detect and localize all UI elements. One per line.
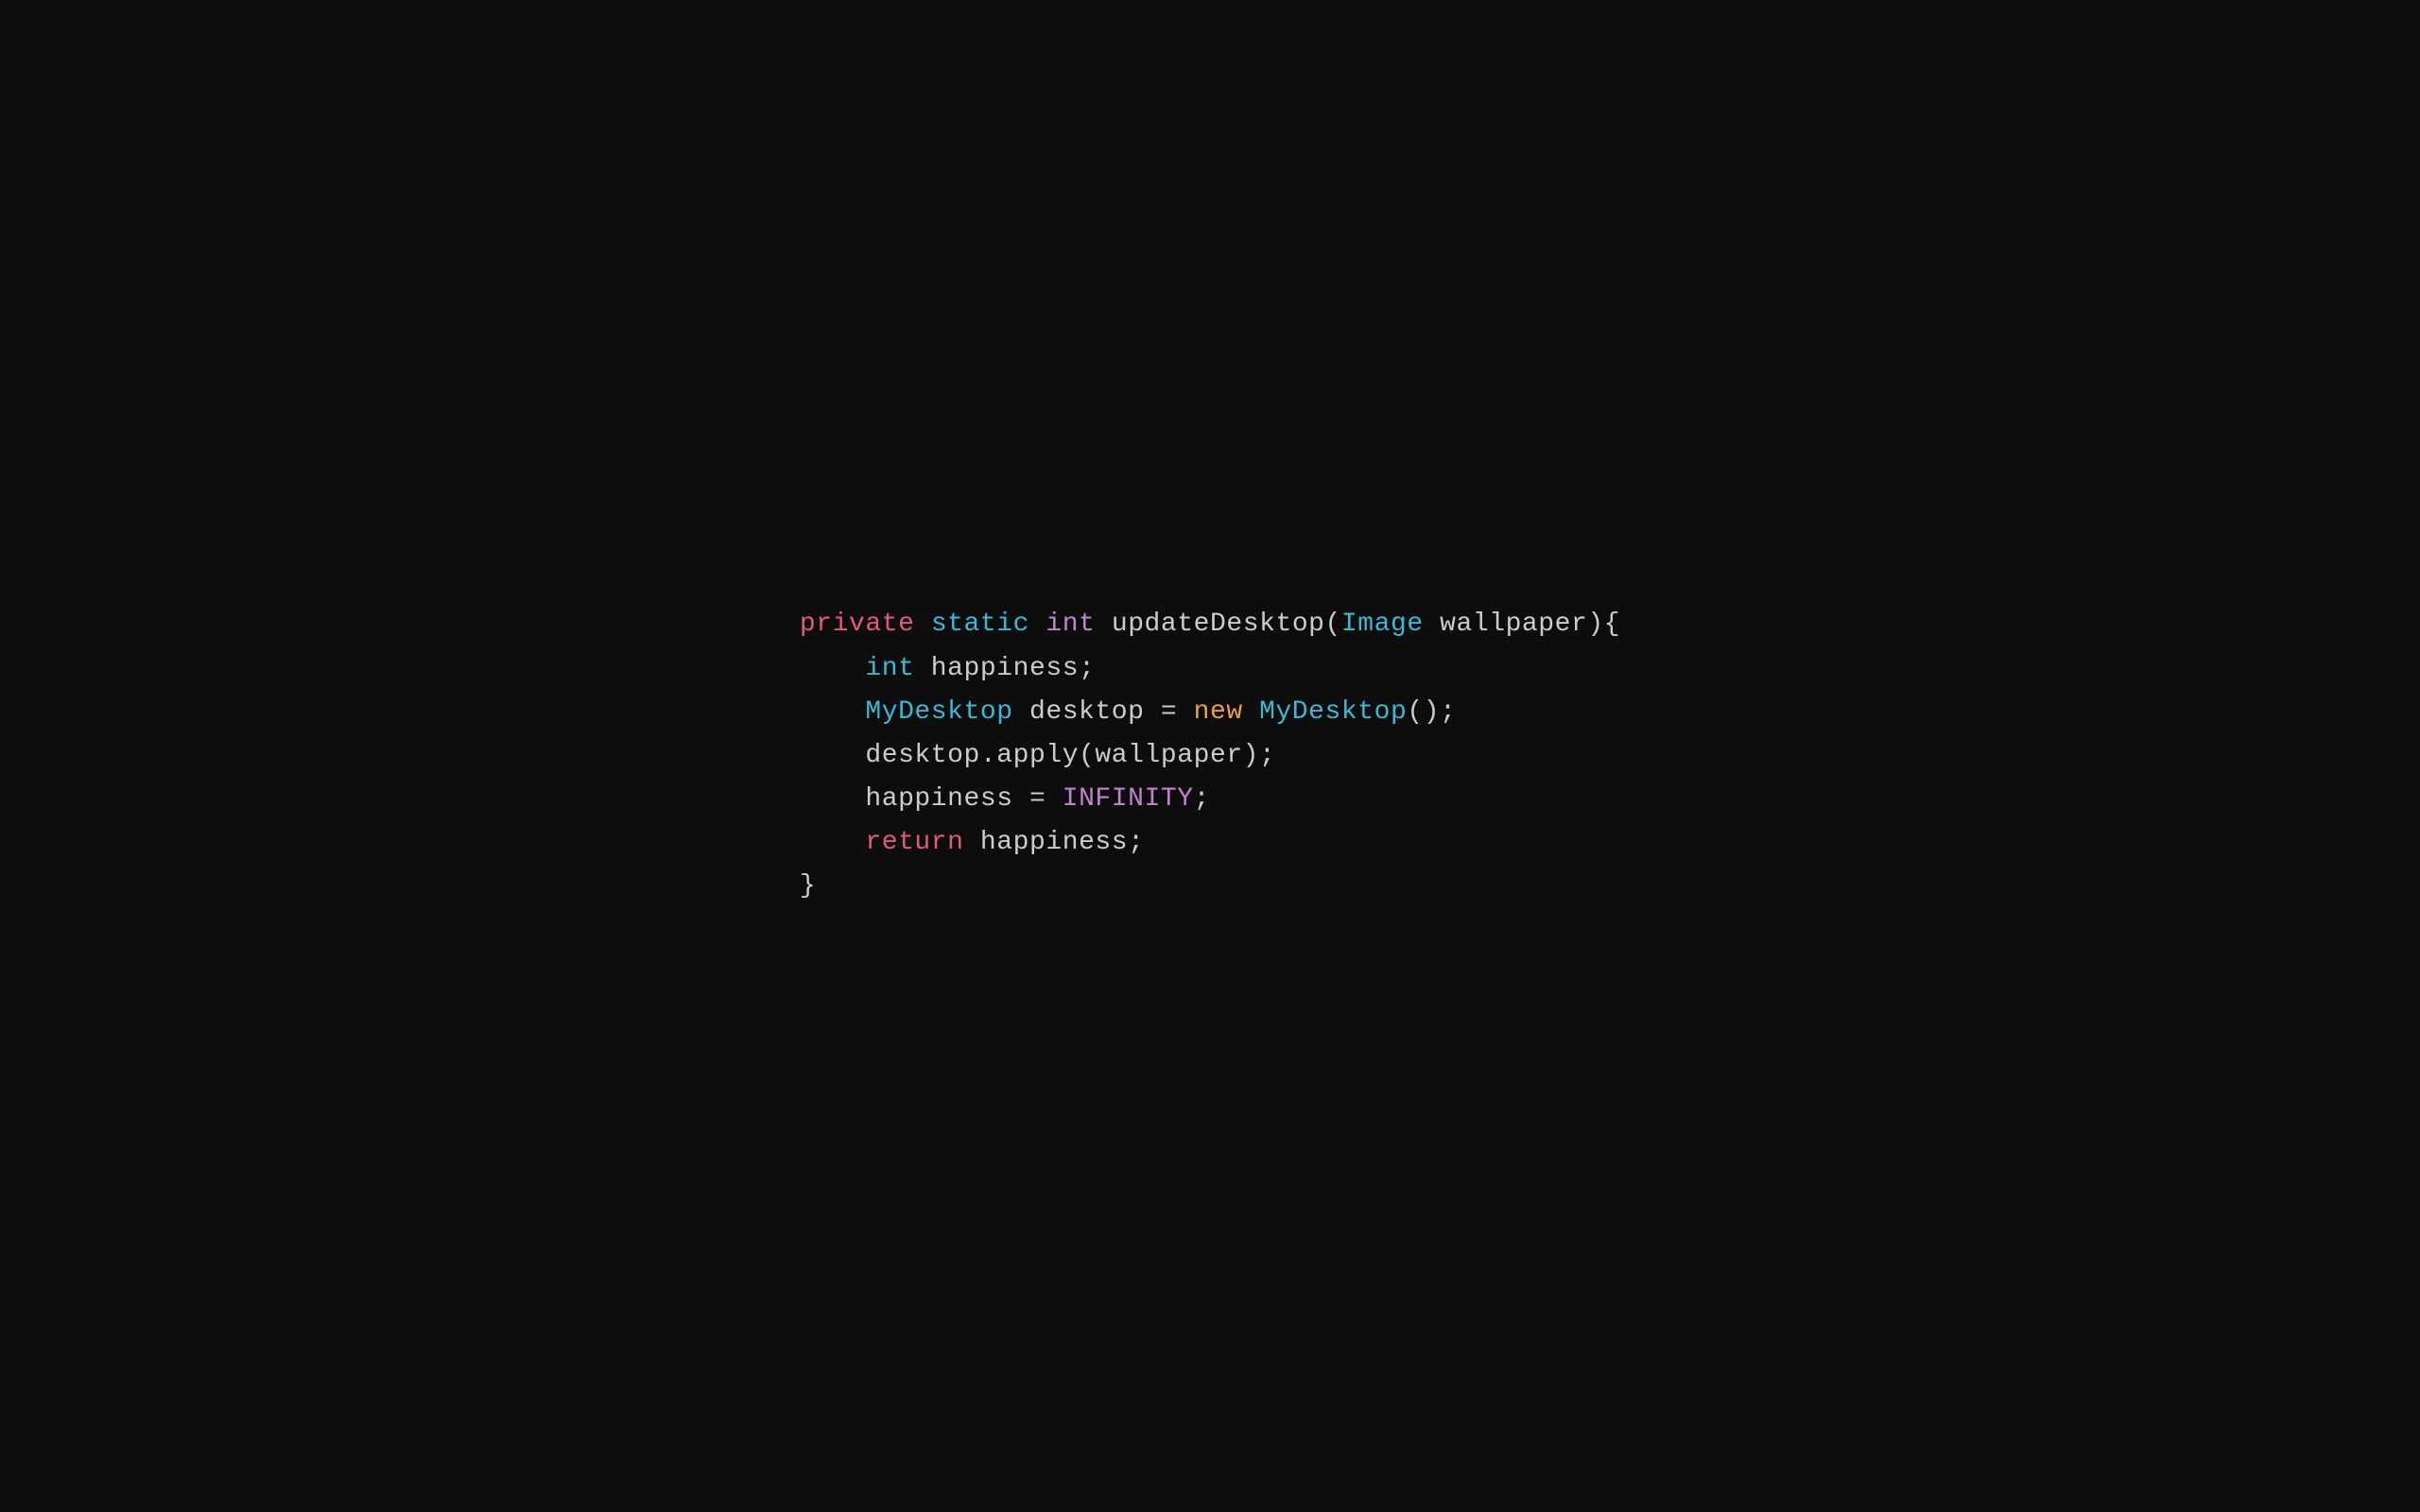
- code-token: [800, 647, 865, 691]
- code-token: [800, 821, 865, 865]
- code-line-4: desktop.apply(wallpaper);: [800, 734, 1620, 778]
- code-token: happiness =: [800, 778, 1063, 821]
- code-token: ;: [1194, 778, 1210, 821]
- code-line-3: MyDesktop desktop = new MyDesktop();: [800, 691, 1620, 734]
- code-token: ();: [1407, 691, 1456, 734]
- code-line-2: int happiness;: [800, 647, 1620, 691]
- code-line-1: private static int updateDesktop(Image w…: [800, 603, 1620, 646]
- code-token: updateDesktop(: [1095, 603, 1340, 646]
- code-token: happiness;: [964, 821, 1145, 865]
- code-token: int: [1046, 603, 1095, 646]
- code-token: MyDesktop: [1259, 691, 1407, 734]
- code-token: desktop.apply(wallpaper);: [800, 734, 1276, 778]
- code-token: new: [1194, 691, 1243, 734]
- code-token: return: [865, 821, 963, 865]
- code-token: Image: [1341, 603, 1424, 646]
- code-line-7: }: [800, 865, 1620, 908]
- code-token: int: [865, 647, 914, 691]
- code-token: [1243, 691, 1259, 734]
- code-token: wallpaper){: [1424, 603, 1620, 646]
- code-token: static: [931, 603, 1029, 646]
- code-block: private static int updateDesktop(Image w…: [800, 603, 1620, 908]
- code-token: [800, 691, 865, 734]
- code-token: INFINITY: [1063, 778, 1194, 821]
- code-token: private: [800, 603, 915, 646]
- code-token: [914, 603, 930, 646]
- code-token: }: [800, 865, 816, 908]
- code-token: happiness;: [914, 647, 1095, 691]
- code-token: [1029, 603, 1046, 646]
- code-line-6: return happiness;: [800, 821, 1620, 865]
- code-token: desktop =: [1013, 691, 1194, 734]
- code-line-5: happiness = INFINITY;: [800, 778, 1620, 821]
- code-token: MyDesktop: [865, 691, 1012, 734]
